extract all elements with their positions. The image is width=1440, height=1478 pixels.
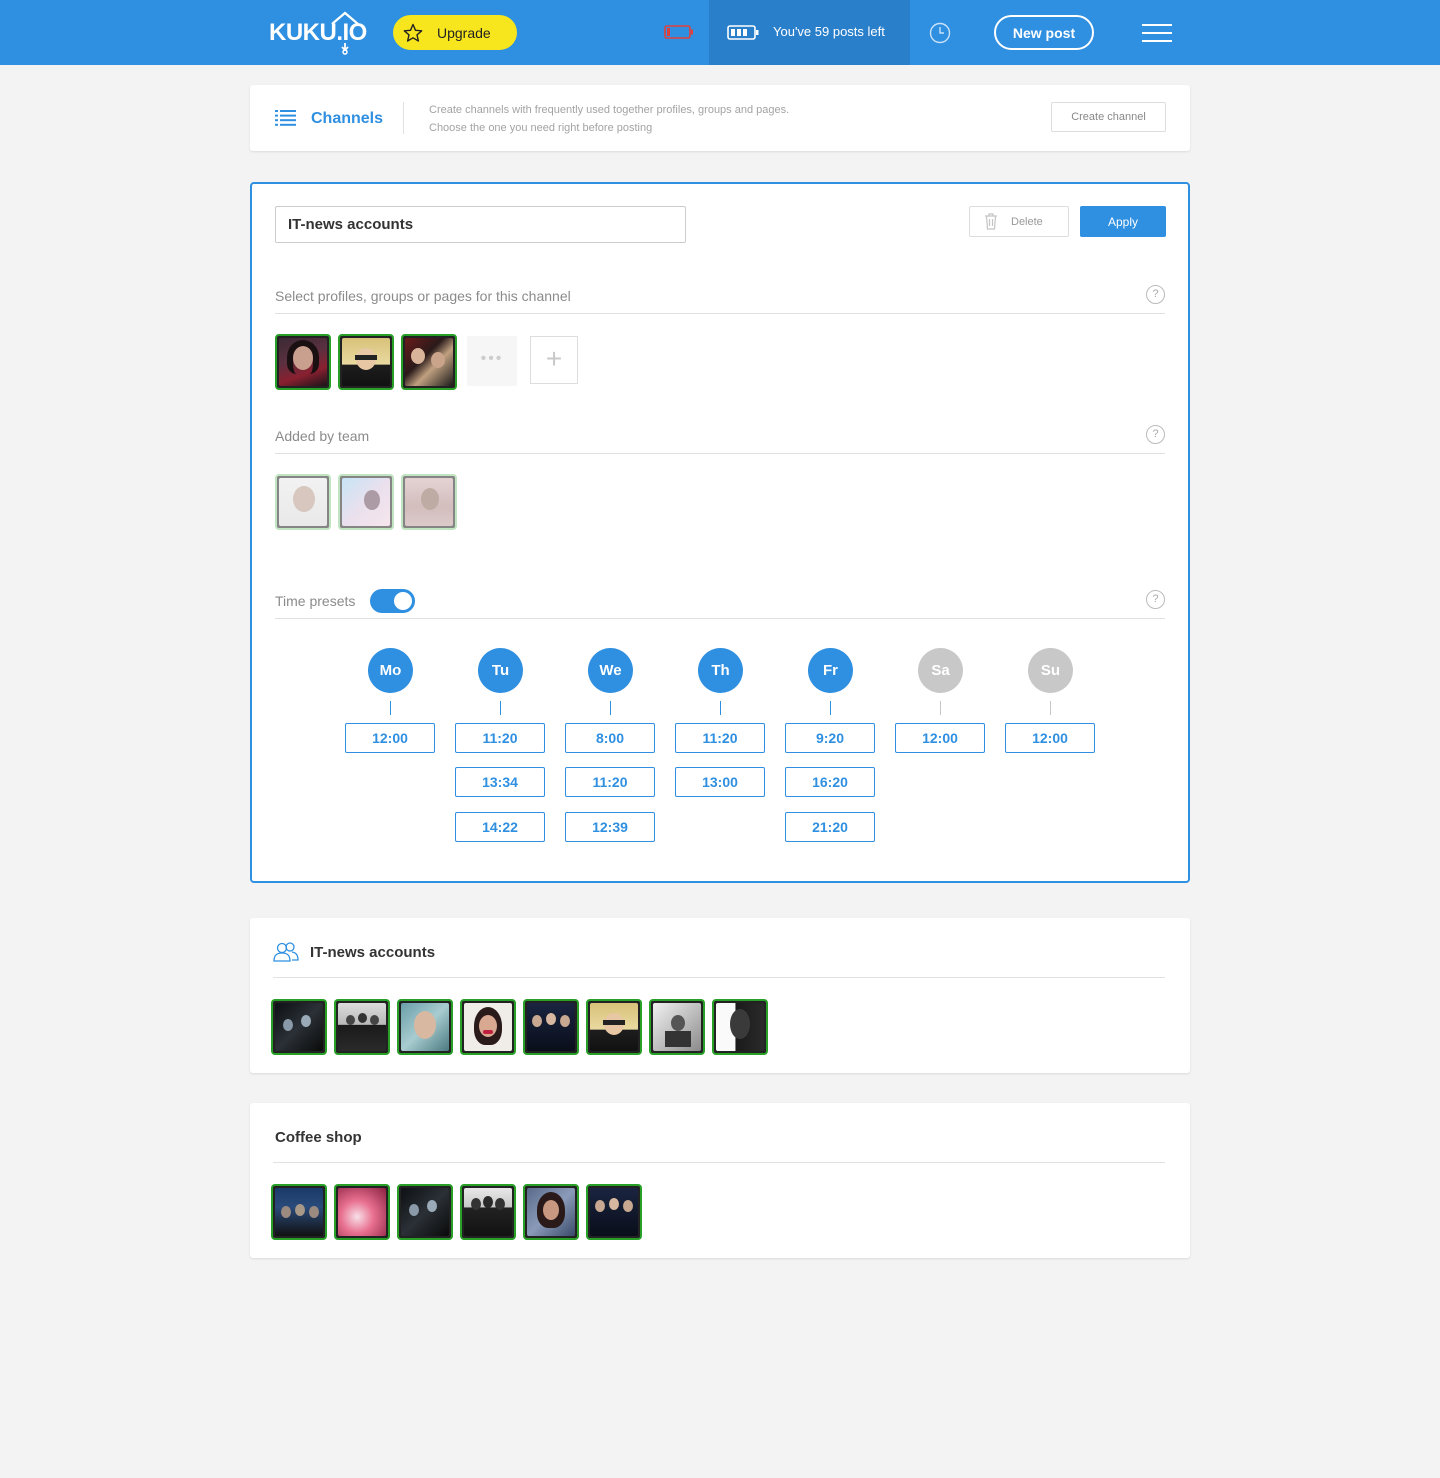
channel-avatar[interactable] (460, 1184, 516, 1240)
new-post-button[interactable]: New post (994, 15, 1094, 50)
select-profiles-label: Select profiles, groups or pages for thi… (275, 288, 571, 304)
toggle-knob (394, 592, 412, 610)
posts-left-text: You've 59 posts left (773, 24, 885, 39)
team-avatar[interactable] (275, 474, 331, 530)
delete-label: Delete (1011, 215, 1043, 228)
channel-avatar[interactable] (334, 1184, 390, 1240)
day-connector (720, 701, 721, 715)
day-toggle[interactable]: Tu (478, 648, 523, 693)
time-slot-button[interactable]: 13:34 (455, 767, 545, 797)
logo-house-icon (331, 11, 359, 55)
channels-description: Create channels with frequently used tog… (429, 104, 790, 134)
time-slot-button[interactable]: 9:20 (785, 723, 875, 753)
star-icon (403, 23, 423, 42)
time-slot-button[interactable]: 21:20 (785, 812, 875, 842)
time-presets-toggle[interactable] (370, 589, 415, 613)
time-slot-button[interactable]: 14:22 (455, 812, 545, 842)
day-toggle[interactable]: Fr (808, 648, 853, 693)
day-toggle[interactable]: Sa (918, 648, 963, 693)
time-slot-button[interactable]: 12:00 (345, 723, 435, 753)
day-toggle[interactable]: We (588, 648, 633, 693)
channel-avatar[interactable] (397, 999, 453, 1055)
channel-avatar[interactable] (712, 999, 768, 1055)
day-toggle[interactable]: Mo (368, 648, 413, 693)
logo[interactable]: KUKU.IO (269, 10, 367, 56)
channel-card[interactable]: Coffee shop (250, 1103, 1190, 1258)
upgrade-button[interactable]: Upgrade (393, 15, 517, 50)
users-icon (273, 942, 299, 962)
help-icon[interactable]: ? (1146, 425, 1165, 444)
channel-avatar[interactable] (460, 999, 516, 1055)
team-avatar[interactable] (401, 474, 457, 530)
channel-editor-card: Delete Apply Select profiles, groups or … (250, 182, 1190, 883)
time-slot-button[interactable]: 11:20 (565, 767, 655, 797)
channels-header-card: Channels Create channels with frequently… (250, 85, 1190, 151)
day-connector (610, 701, 611, 715)
channel-avatar[interactable] (649, 999, 705, 1055)
section-divider (273, 1162, 1165, 1163)
upgrade-label: Upgrade (437, 24, 491, 41)
day-connector (830, 701, 831, 715)
time-slot-button[interactable]: 8:00 (565, 723, 655, 753)
hamburger-menu-icon[interactable] (1142, 24, 1172, 42)
posts-left-box[interactable]: You've 59 posts left (709, 0, 910, 65)
divider (403, 102, 404, 134)
help-icon[interactable]: ? (1146, 590, 1165, 609)
section-divider (275, 313, 1165, 314)
profile-avatar[interactable] (275, 334, 331, 390)
day-toggle[interactable]: Su (1028, 648, 1073, 693)
channel-avatar[interactable] (586, 999, 642, 1055)
channel-card-title: IT-news accounts (310, 944, 436, 961)
channel-card[interactable]: IT-news accounts (250, 918, 1190, 1073)
channel-name-input[interactable] (275, 206, 686, 243)
time-slot-button[interactable]: 16:20 (785, 767, 875, 797)
channel-card-title: Coffee shop (275, 1129, 362, 1146)
clock-icon[interactable] (929, 22, 951, 44)
delete-button[interactable]: Delete (969, 206, 1069, 237)
channels-title: Channels (311, 110, 384, 127)
time-slot-button[interactable]: 13:00 (675, 767, 765, 797)
day-connector (940, 701, 941, 715)
time-presets-label: Time presets (275, 593, 356, 609)
channel-avatar[interactable] (334, 999, 390, 1055)
added-by-team-label: Added by team (275, 428, 370, 444)
day-connector (1050, 701, 1051, 715)
trash-icon (985, 213, 997, 230)
profile-avatar[interactable] (338, 334, 394, 390)
list-icon (275, 110, 296, 126)
apply-button[interactable]: Apply (1080, 206, 1166, 237)
section-divider (275, 453, 1165, 454)
day-connector (390, 701, 391, 715)
time-slot-button[interactable]: 12:00 (895, 723, 985, 753)
time-slot-button[interactable]: 11:20 (455, 723, 545, 753)
channel-avatar[interactable] (523, 999, 579, 1055)
channel-avatar[interactable] (271, 999, 327, 1055)
section-divider (275, 618, 1165, 619)
channel-avatar[interactable] (397, 1184, 453, 1240)
help-icon[interactable]: ? (1146, 285, 1165, 304)
channel-avatar[interactable] (586, 1184, 642, 1240)
time-slot-button[interactable]: 11:20 (675, 723, 765, 753)
time-slot-button[interactable]: 12:39 (565, 812, 655, 842)
time-slot-button[interactable]: 12:00 (1005, 723, 1095, 753)
battery-icon (727, 25, 759, 40)
more-profiles-button[interactable]: ••• (467, 336, 517, 386)
battery-low-icon (664, 25, 693, 39)
top-bar: KUKU.IO Upgrade You've 59 posts left New… (0, 0, 1440, 65)
team-avatar[interactable] (338, 474, 394, 530)
section-divider (273, 977, 1165, 978)
profile-avatar[interactable] (401, 334, 457, 390)
day-connector (500, 701, 501, 715)
channel-avatar[interactable] (523, 1184, 579, 1240)
channel-avatar[interactable] (271, 1184, 327, 1240)
add-profile-button[interactable]: + (530, 336, 578, 384)
create-channel-button[interactable]: Create channel (1051, 102, 1166, 132)
day-toggle[interactable]: Th (698, 648, 743, 693)
